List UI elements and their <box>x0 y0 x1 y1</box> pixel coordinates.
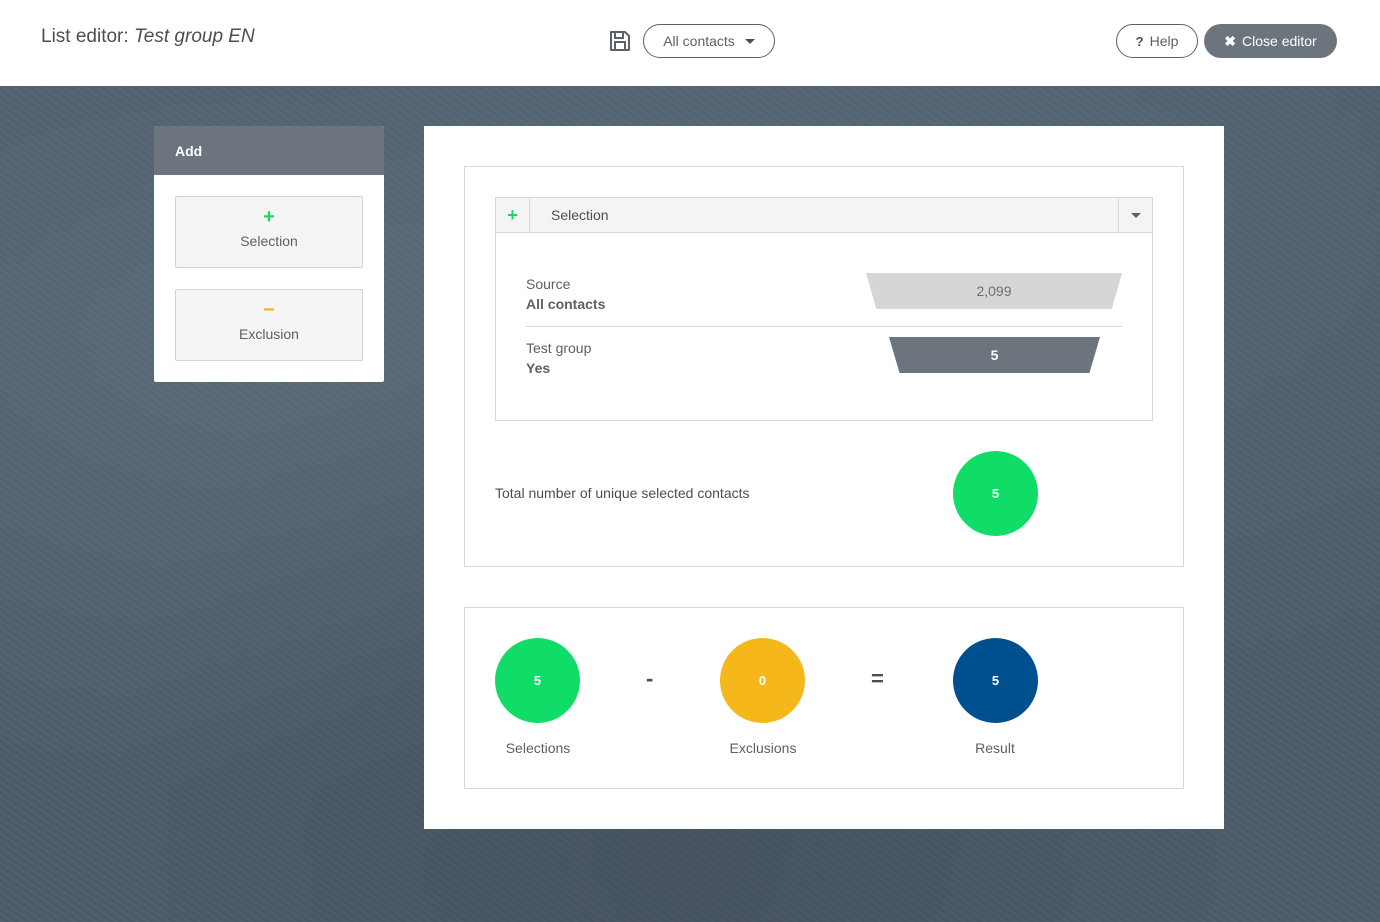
add-selection-button[interactable]: + Selection <box>175 196 363 268</box>
add-exclusion-label: Exclusion <box>239 326 299 342</box>
source-select[interactable]: All contacts <box>643 24 775 58</box>
plus-icon: + <box>263 206 275 228</box>
page-title-prefix: List editor: <box>41 26 129 47</box>
total-unique-label: Total number of unique selected contacts <box>495 485 750 501</box>
selections-count: 5 <box>495 638 580 723</box>
selection-card: + Selection Source All contacts 2,099 Te… <box>464 166 1184 567</box>
result-label: Result <box>975 740 1015 756</box>
exclusions-label: Exclusions <box>729 740 797 756</box>
list-name: Test group EN <box>133 26 255 47</box>
result-count: 5 <box>953 638 1038 723</box>
minus-icon: − <box>263 299 275 321</box>
add-panel-title: Add <box>154 126 384 175</box>
minus-operator: - <box>646 666 654 691</box>
add-panel: Add + Selection − Exclusion <box>154 126 384 382</box>
criterion-row-title: Test group <box>526 340 592 356</box>
help-button[interactable]: ? Help <box>1116 24 1198 58</box>
criterion-row-label[interactable]: Test group Yes <box>526 340 591 376</box>
source-row-title: Source <box>526 276 571 292</box>
close-editor-label: Close editor <box>1242 33 1317 49</box>
page-title: List editor: Test group EN <box>41 26 255 48</box>
add-selection-label: Selection <box>240 233 298 249</box>
equals-operator: = <box>871 666 884 691</box>
selection-dropdown-toggle[interactable] <box>1118 198 1152 232</box>
exclusions-count: 0 <box>720 638 805 723</box>
close-editor-button[interactable]: ✖ Close editor <box>1204 24 1337 58</box>
add-criterion-plus-icon[interactable]: + <box>496 198 530 232</box>
total-unique-count: 5 <box>953 451 1038 536</box>
selection-block-title: Selection <box>551 207 609 223</box>
summary-card: 5 Selections - 0 Exclusions = 5 Result <box>464 607 1184 789</box>
criterion-count-funnel: 5 <box>889 337 1100 373</box>
top-bar: List editor: Test group EN All contacts … <box>0 0 1380 86</box>
source-count-funnel: 2,099 <box>866 273 1122 309</box>
selection-block: + Selection Source All contacts 2,099 Te… <box>495 197 1153 421</box>
chevron-down-icon <box>1130 212 1141 218</box>
chevron-down-icon <box>744 38 755 44</box>
question-icon: ? <box>1135 33 1144 49</box>
close-icon: ✖ <box>1224 32 1237 49</box>
row-divider <box>526 326 1122 327</box>
selection-block-header: + Selection <box>496 198 1152 233</box>
main-panel: + Selection Source All contacts 2,099 Te… <box>424 126 1224 829</box>
source-row-label: Source All contacts <box>526 276 605 312</box>
floppy-disk-icon[interactable] <box>609 30 631 52</box>
selections-label: Selections <box>505 740 571 756</box>
criterion-row-value: Yes <box>526 360 551 376</box>
source-row-value: All contacts <box>526 296 606 312</box>
help-label: Help <box>1149 33 1179 49</box>
add-exclusion-button[interactable]: − Exclusion <box>175 289 363 361</box>
source-select-label: All contacts <box>663 33 735 49</box>
